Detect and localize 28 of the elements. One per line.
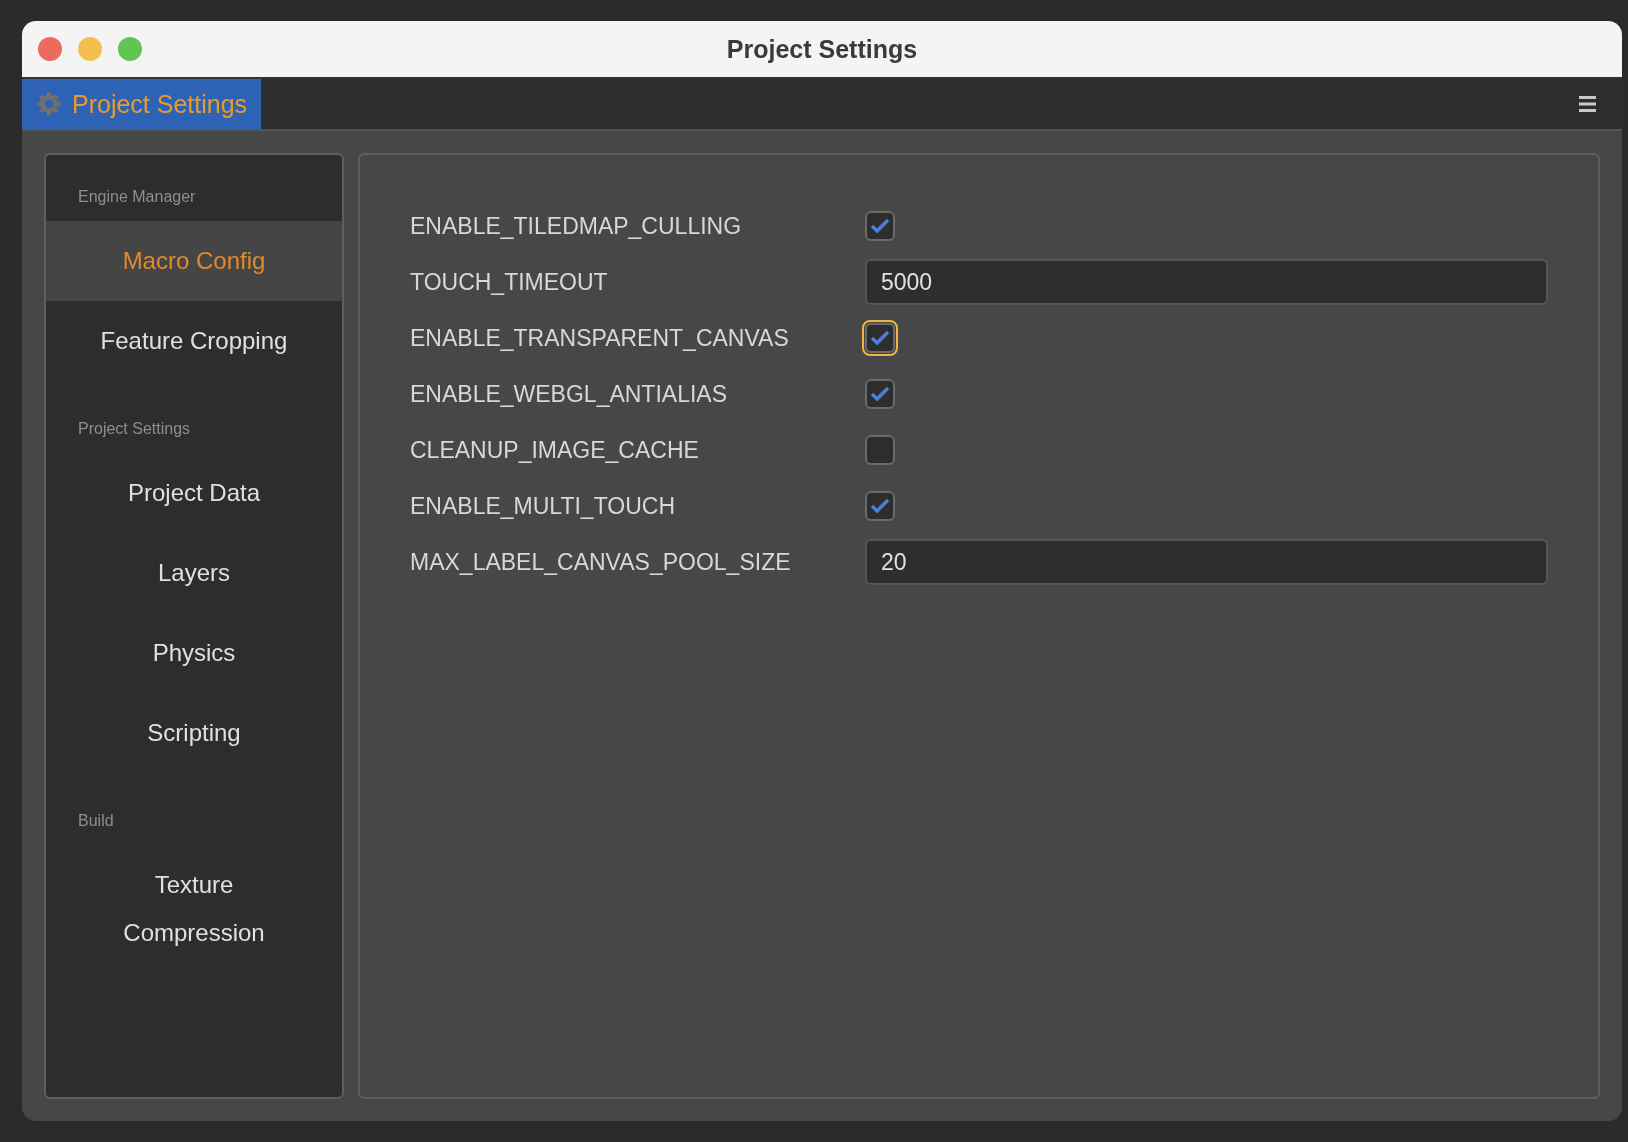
sidebar-item[interactable]: Physics — [46, 613, 342, 693]
close-button[interactable] — [38, 37, 62, 61]
setting-label: TOUCH_TIMEOUT — [410, 268, 609, 296]
setting-label: MAX_LABEL_CANVAS_POOL_SIZE — [410, 548, 792, 576]
setting-label: ENABLE_TILEDMAP_CULLING — [410, 212, 743, 240]
section-header: Project Settings — [77, 419, 192, 439]
setting-label: CLEANUP_IMAGE_CACHE — [410, 436, 700, 464]
input-field[interactable]: 20 — [865, 539, 1548, 585]
section-header: Engine Manager — [77, 187, 197, 207]
sidebar-item[interactable]: Texture Compression — [46, 845, 342, 973]
setting-label: ENABLE_WEBGL_ANTIALIAS — [410, 380, 728, 408]
checkbox[interactable] — [865, 491, 895, 521]
sidebar-item[interactable]: Project Data — [46, 453, 342, 533]
section-header: Build — [77, 811, 115, 831]
setting-label: ENABLE_TRANSPARENT_CANVAS — [410, 324, 790, 352]
sidebar-item[interactable]: Scripting — [46, 693, 342, 773]
sidebar-item[interactable]: Layers — [46, 533, 342, 613]
checkbox[interactable] — [865, 435, 895, 465]
sidebar-item[interactable]: Feature Cropping — [46, 301, 342, 381]
menu-icon[interactable] — [1579, 96, 1596, 112]
checkbox[interactable] — [865, 379, 895, 409]
window-title: Project Settings — [726, 34, 918, 64]
sidebar-item[interactable]: Macro Config — [46, 221, 342, 301]
gear-icon — [36, 91, 62, 117]
checkbox[interactable] — [865, 211, 895, 241]
zoom-button[interactable] — [118, 37, 142, 61]
setting-label: ENABLE_MULTI_TOUCH — [410, 492, 676, 520]
input-field[interactable]: 5000 — [865, 259, 1548, 305]
